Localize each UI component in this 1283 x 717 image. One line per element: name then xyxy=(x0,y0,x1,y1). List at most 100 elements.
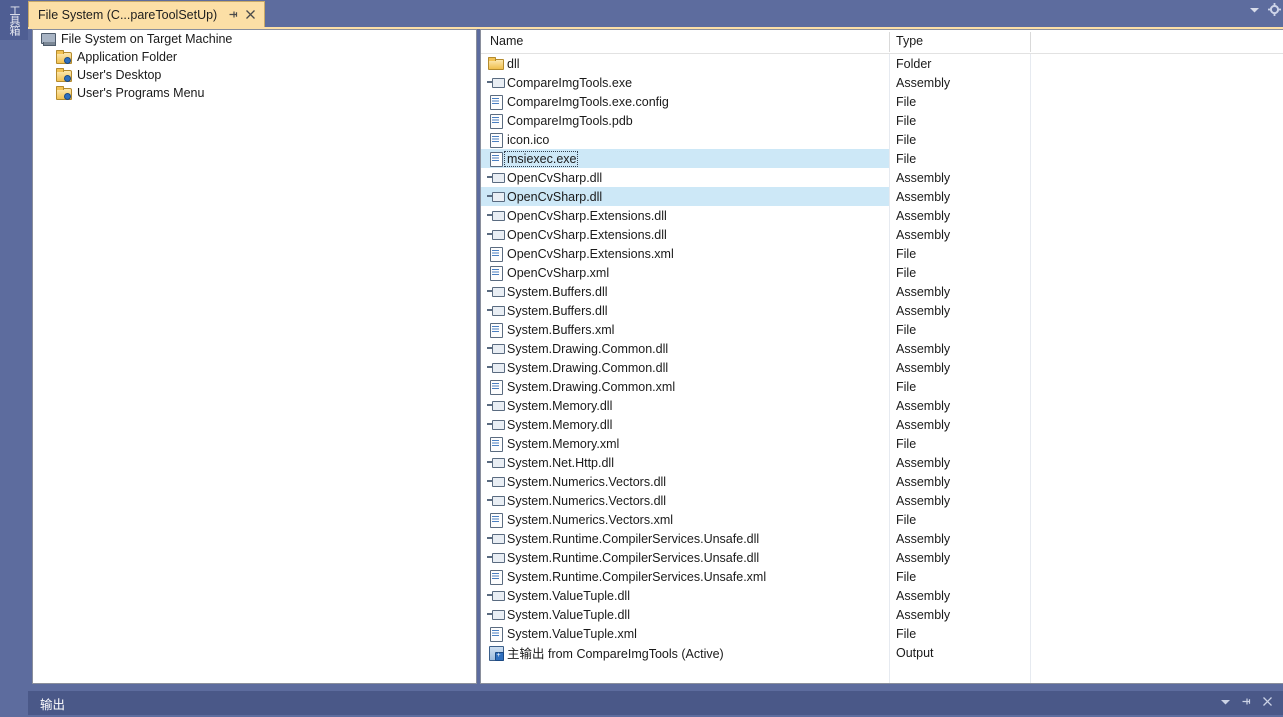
table-row[interactable]: dll Folder xyxy=(481,54,1283,73)
table-row[interactable]: System.Runtime.CompilerServices.Unsafe.d… xyxy=(481,548,1283,567)
tree-item-2[interactable]: User's Desktop xyxy=(33,66,476,84)
table-row[interactable]: System.Drawing.Common.dll Assembly xyxy=(481,358,1283,377)
cell-name[interactable]: System.Numerics.Vectors.xml xyxy=(481,510,889,529)
cell-name[interactable]: CompareImgTools.pdb xyxy=(481,111,889,130)
table-row[interactable]: System.Buffers.dll Assembly xyxy=(481,282,1283,301)
gear-icon[interactable] xyxy=(1268,3,1281,19)
tree-item-1[interactable]: Application Folder xyxy=(33,48,476,66)
table-row[interactable]: CompareImgTools.exe.config File xyxy=(481,92,1283,111)
cell-name[interactable]: System.Memory.xml xyxy=(481,434,889,453)
chevron-down-icon[interactable] xyxy=(1220,698,1231,709)
table-row[interactable]: System.Numerics.Vectors.dll Assembly xyxy=(481,491,1283,510)
cell-type: Assembly xyxy=(896,605,950,624)
chevron-down-icon[interactable] xyxy=(1249,6,1260,17)
assembly-icon xyxy=(487,397,505,414)
table-row[interactable]: OpenCvSharp.Extensions.xml File xyxy=(481,244,1283,263)
table-row[interactable]: System.Runtime.CompilerServices.Unsafe.x… xyxy=(481,567,1283,586)
pin-icon[interactable] xyxy=(1241,696,1252,710)
cell-name[interactable]: System.Buffers.xml xyxy=(481,320,889,339)
cell-name[interactable]: System.Runtime.CompilerServices.Unsafe.x… xyxy=(481,567,889,586)
table-row[interactable]: OpenCvSharp.dll Assembly xyxy=(481,168,1283,187)
tabstrip-controls xyxy=(1249,3,1281,19)
file-name-label: CompareImgTools.exe.config xyxy=(507,94,669,109)
cell-name[interactable]: System.Memory.dll xyxy=(481,415,889,434)
tree-item-3[interactable]: User's Programs Menu xyxy=(33,84,476,102)
table-row[interactable]: OpenCvSharp.Extensions.dll Assembly xyxy=(481,206,1283,225)
table-row[interactable]: System.Memory.dll Assembly xyxy=(481,396,1283,415)
toolbox-strip[interactable]: 工具箱 xyxy=(0,0,28,40)
cell-name[interactable]: System.Runtime.CompilerServices.Unsafe.d… xyxy=(481,529,889,548)
cell-type: File xyxy=(896,624,916,643)
table-row[interactable]: System.Memory.dll Assembly xyxy=(481,415,1283,434)
file-type-label: Assembly xyxy=(896,550,951,565)
table-row[interactable]: + 主输出 from CompareImgTools (Active) Output xyxy=(481,643,1283,662)
cell-name[interactable]: System.Drawing.Common.xml xyxy=(481,377,889,396)
cell-name[interactable]: System.Numerics.Vectors.dll xyxy=(481,472,889,491)
cell-name[interactable]: icon.ico xyxy=(481,130,889,149)
cell-name[interactable]: dll xyxy=(481,54,889,73)
table-row[interactable]: System.ValueTuple.xml File xyxy=(481,624,1283,643)
table-row[interactable]: System.Drawing.Common.dll Assembly xyxy=(481,339,1283,358)
tab-file-system[interactable]: File System (C...pareToolSetUp) xyxy=(28,1,266,27)
cell-name[interactable]: System.ValueTuple.dll xyxy=(481,605,889,624)
table-row[interactable]: System.Runtime.CompilerServices.Unsafe.d… xyxy=(481,529,1283,548)
file-name-label: OpenCvSharp.dll xyxy=(507,189,603,204)
cell-type: Assembly xyxy=(896,301,950,320)
file-name-label: System.Drawing.Common.dll xyxy=(507,341,669,356)
tree-item-0[interactable]: File System on Target Machine xyxy=(33,30,476,48)
table-row[interactable]: OpenCvSharp.dll Assembly xyxy=(481,187,1283,206)
file-list-header: Name Type xyxy=(481,30,1283,54)
table-row[interactable]: System.Numerics.Vectors.dll Assembly xyxy=(481,472,1283,491)
cell-name[interactable]: msiexec.exe xyxy=(481,149,889,168)
column-header-name[interactable]: Name xyxy=(490,34,523,48)
cell-name[interactable]: + 主输出 from CompareImgTools (Active) xyxy=(481,643,889,662)
cell-name[interactable]: System.Net.Http.dll xyxy=(481,453,889,472)
cell-name[interactable]: System.ValueTuple.dll xyxy=(481,586,889,605)
output-panel-header[interactable]: 输出 xyxy=(28,691,1283,715)
toolbox-label[interactable]: 工具箱 xyxy=(0,2,28,38)
file-name-label: icon.ico xyxy=(507,132,550,147)
table-row[interactable]: OpenCvSharp.Extensions.dll Assembly xyxy=(481,225,1283,244)
file-name-label: CompareImgTools.pdb xyxy=(507,113,633,128)
cell-name[interactable]: System.ValueTuple.xml xyxy=(481,624,889,643)
table-row[interactable]: System.Drawing.Common.xml File xyxy=(481,377,1283,396)
table-row[interactable]: System.ValueTuple.dll Assembly xyxy=(481,586,1283,605)
cell-name[interactable]: OpenCvSharp.Extensions.dll xyxy=(481,225,889,244)
table-row[interactable]: System.Net.Http.dll Assembly xyxy=(481,453,1283,472)
column-divider-2[interactable] xyxy=(1030,32,1031,52)
cell-type: Assembly xyxy=(896,529,950,548)
file-system-tree-panel[interactable]: File System on Target Machine Application… xyxy=(32,29,477,684)
cell-name[interactable]: System.Runtime.CompilerServices.Unsafe.d… xyxy=(481,548,889,567)
document-tabstrip: File System (C...pareToolSetUp) xyxy=(28,0,1283,29)
close-icon[interactable] xyxy=(1262,696,1273,710)
tree-item-label: File System on Target Machine xyxy=(61,32,233,46)
table-row[interactable]: icon.ico File xyxy=(481,130,1283,149)
cell-name[interactable]: OpenCvSharp.dll xyxy=(481,168,889,187)
cell-name[interactable]: CompareImgTools.exe.config xyxy=(481,92,889,111)
table-row[interactable]: System.ValueTuple.dll Assembly xyxy=(481,605,1283,624)
table-row[interactable]: System.Buffers.dll Assembly xyxy=(481,301,1283,320)
cell-name[interactable]: OpenCvSharp.Extensions.xml xyxy=(481,244,889,263)
file-list-panel[interactable]: Name Type dll Folder CompareImgTools.exe As… xyxy=(480,29,1283,684)
table-row[interactable]: System.Numerics.Vectors.xml File xyxy=(481,510,1283,529)
cell-name[interactable]: CompareImgTools.exe xyxy=(481,73,889,92)
column-header-type[interactable]: Type xyxy=(896,34,923,48)
cell-name[interactable]: System.Numerics.Vectors.dll xyxy=(481,491,889,510)
cell-name[interactable]: OpenCvSharp.xml xyxy=(481,263,889,282)
cell-name[interactable]: System.Buffers.dll xyxy=(481,282,889,301)
table-row[interactable]: System.Buffers.xml File xyxy=(481,320,1283,339)
cell-name[interactable]: System.Drawing.Common.dll xyxy=(481,358,889,377)
cell-name[interactable]: OpenCvSharp.dll xyxy=(481,187,889,206)
cell-name[interactable]: System.Drawing.Common.dll xyxy=(481,339,889,358)
table-row[interactable]: System.Memory.xml File xyxy=(481,434,1283,453)
table-row[interactable]: msiexec.exe File xyxy=(481,149,1283,168)
cell-name[interactable]: OpenCvSharp.Extensions.dll xyxy=(481,206,889,225)
close-icon[interactable] xyxy=(243,6,258,24)
cell-name[interactable]: System.Memory.dll xyxy=(481,396,889,415)
pin-icon[interactable] xyxy=(226,6,241,24)
table-row[interactable]: CompareImgTools.exe Assembly xyxy=(481,73,1283,92)
column-divider-1[interactable] xyxy=(889,32,890,52)
table-row[interactable]: CompareImgTools.pdb File xyxy=(481,111,1283,130)
table-row[interactable]: OpenCvSharp.xml File xyxy=(481,263,1283,282)
cell-name[interactable]: System.Buffers.dll xyxy=(481,301,889,320)
